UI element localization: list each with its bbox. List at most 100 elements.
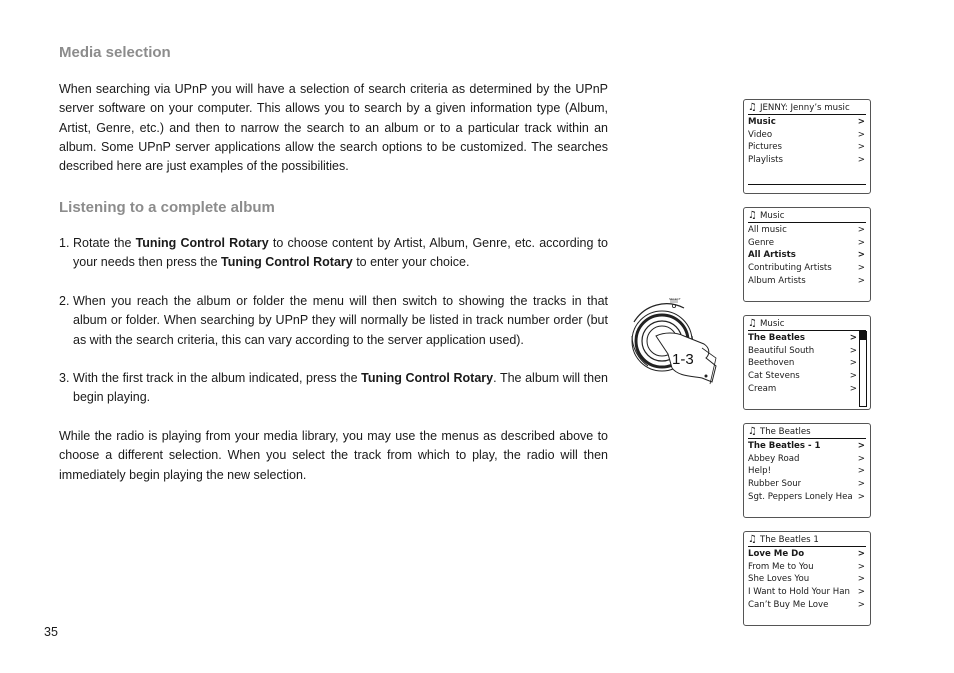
menu-item-album-artists[interactable]: Album Artists > xyxy=(748,275,865,288)
menu-item-video[interactable]: Video > xyxy=(748,129,865,142)
menu-item-label: Cream xyxy=(748,383,777,394)
menu-item-label: Abbey Road xyxy=(748,453,800,464)
closing-paragraph: While the radio is playing from your med… xyxy=(59,429,608,482)
lcd-screen-track-list: ♫ The Beatles 1 Love Me Do > From Me to Y… xyxy=(743,531,871,626)
chevron-right-icon: > xyxy=(857,237,865,248)
select-label: SELECT xyxy=(669,297,681,301)
step-text-part: With the first track in the album indica… xyxy=(73,371,362,385)
screen-title-bar: ♫ The Beatles xyxy=(748,426,866,439)
lcd-screen-music-menu: ♫ Music All music > Genre > All Artists > C… xyxy=(743,207,871,302)
chevron-right-icon: > xyxy=(857,549,865,559)
menu-item-cat-stevens[interactable]: Cat Stevens > xyxy=(748,370,857,383)
step-number: 2. xyxy=(59,294,70,308)
menu-item-cant-buy-me-love[interactable]: Can’t Buy Me Love > xyxy=(748,599,865,612)
chevron-right-icon: > xyxy=(857,491,865,502)
chevron-right-icon: > xyxy=(857,561,865,572)
chevron-right-icon: > xyxy=(857,599,865,610)
chevron-right-icon: > xyxy=(849,333,857,343)
rotary-knob-icon: 1-3 SELECT xyxy=(631,297,717,385)
control-name: Tuning Control Rotary xyxy=(135,236,269,250)
menu-item-genre[interactable]: Genre > xyxy=(748,237,865,250)
menu-item-label: Pictures xyxy=(748,142,783,153)
menu-item-label: Rubber Sour xyxy=(748,479,802,490)
divider xyxy=(748,184,866,185)
chevron-right-icon: > xyxy=(857,117,865,127)
music-note-icon: ♫ xyxy=(748,210,757,221)
page-number: 35 xyxy=(44,625,58,639)
chevron-right-icon: > xyxy=(857,275,865,286)
menu-item-label: Cat Stevens xyxy=(748,371,800,382)
menu-item-from-me-to-you[interactable]: From Me to You > xyxy=(748,561,865,574)
menu-item-playlists[interactable]: Playlists > xyxy=(748,154,865,167)
chevron-right-icon: > xyxy=(857,155,865,166)
menu-item-music[interactable]: Music > xyxy=(748,116,865,129)
chevron-right-icon: > xyxy=(857,466,865,477)
menu-item-label: Genre xyxy=(748,237,775,248)
chevron-right-icon: > xyxy=(857,225,865,235)
chevron-right-icon: > xyxy=(857,250,865,261)
menu-item-cream[interactable]: Cream > xyxy=(748,383,857,396)
menu-item-label: Contributing Artists xyxy=(748,263,832,274)
screen-title-bar: ♫ JENNY: Jenny’s music xyxy=(748,102,866,115)
chevron-right-icon: > xyxy=(849,371,857,382)
step-number: 1. xyxy=(59,236,70,250)
step-range-label: 1-3 xyxy=(672,351,694,368)
control-name: Tuning Control Rotary xyxy=(221,255,353,270)
menu-item-the-beatles-1[interactable]: The Beatles - 1 > xyxy=(748,440,865,453)
menu-item-label: Album Artists xyxy=(748,275,806,286)
music-note-icon: ♫ xyxy=(748,318,757,329)
menu-item-label: The Beatles xyxy=(748,333,805,343)
tuning-control-rotary-illustration: 1-3 SELECT xyxy=(626,296,726,388)
step-text-part: Rotate the xyxy=(73,236,136,250)
scrollbar[interactable] xyxy=(859,331,867,407)
menu-item-pictures[interactable]: Pictures > xyxy=(748,141,865,154)
music-note-icon: ♫ xyxy=(748,426,757,437)
menu-item-beethoven[interactable]: Beethoven > xyxy=(748,357,857,370)
screen-title-bar: ♫ The Beatles 1 xyxy=(748,534,866,547)
menu-item-label: I Want to Hold Your Han xyxy=(748,587,850,598)
step-text-part: to enter your choice. xyxy=(352,255,470,270)
menu-item-abbey-road[interactable]: Abbey Road > xyxy=(748,453,865,466)
menu-item-contributing-artists[interactable]: Contributing Artists > xyxy=(748,262,865,275)
screen-title-bar: ♫ Music xyxy=(748,318,866,331)
menu-item-rubber-sour[interactable]: Rubber Sour > xyxy=(748,478,865,491)
menu-item-i-want-to-hold-your-hand[interactable]: I Want to Hold Your Han > xyxy=(748,586,865,599)
menu-item-love-me-do[interactable]: Love Me Do > xyxy=(748,548,865,561)
step-3: 3. With the first track in the album ind… xyxy=(59,369,608,408)
menu-item-label: From Me to You xyxy=(748,561,814,572)
screen-title: The Beatles xyxy=(759,427,811,437)
menu-item-label: The Beatles - 1 xyxy=(748,441,821,451)
menu-item-label: Video xyxy=(748,129,773,140)
screen-title: The Beatles 1 xyxy=(759,535,819,545)
menu-item-label: Can’t Buy Me Love xyxy=(748,599,829,610)
menu-item-label: All music xyxy=(748,225,787,235)
screen-title: JENNY: Jenny’s music xyxy=(759,103,850,113)
chevron-right-icon: > xyxy=(857,263,865,274)
step-2: 2. When you reach the album or folder th… xyxy=(59,292,608,350)
menu-item-label: Beethoven xyxy=(748,358,795,369)
menu-item-help[interactable]: Help! > xyxy=(748,465,865,478)
chevron-right-icon: > xyxy=(857,479,865,490)
menu-item-beautiful-south[interactable]: Beautiful South > xyxy=(748,345,857,358)
chevron-right-icon: > xyxy=(849,358,857,369)
menu-item-label: Beautiful South xyxy=(748,345,815,356)
menu-item-all-music[interactable]: All music > xyxy=(748,224,865,237)
menu-item-label: Music xyxy=(748,117,776,127)
menu-item-label: Playlists xyxy=(748,155,784,166)
menu-item-label: Love Me Do xyxy=(748,549,805,559)
step-number: 3. xyxy=(59,371,70,385)
menu-item-all-artists[interactable]: All Artists > xyxy=(748,249,865,262)
screen-title: Music xyxy=(759,319,785,329)
menu-item-she-loves-you[interactable]: She Loves You > xyxy=(748,573,865,586)
menu-item-label: She Loves You xyxy=(748,574,810,585)
lcd-screen-artist-list: ♫ Music The Beatles > Beautiful South > Be… xyxy=(743,315,871,410)
intro-paragraph: When searching via UPnP you will have a … xyxy=(59,82,608,174)
chevron-right-icon: > xyxy=(857,574,865,585)
chevron-right-icon: > xyxy=(857,587,865,598)
scrollbar-thumb[interactable] xyxy=(860,332,866,340)
chevron-right-icon: > xyxy=(857,142,865,153)
lcd-screen-album-list: ♫ The Beatles The Beatles - 1 > Abbey Roa… xyxy=(743,423,871,518)
menu-item-the-beatles[interactable]: The Beatles > xyxy=(748,332,857,345)
menu-item-label: Help! xyxy=(748,466,772,477)
menu-item-sgt-peppers[interactable]: Sgt. Peppers Lonely Hea > xyxy=(748,491,865,504)
